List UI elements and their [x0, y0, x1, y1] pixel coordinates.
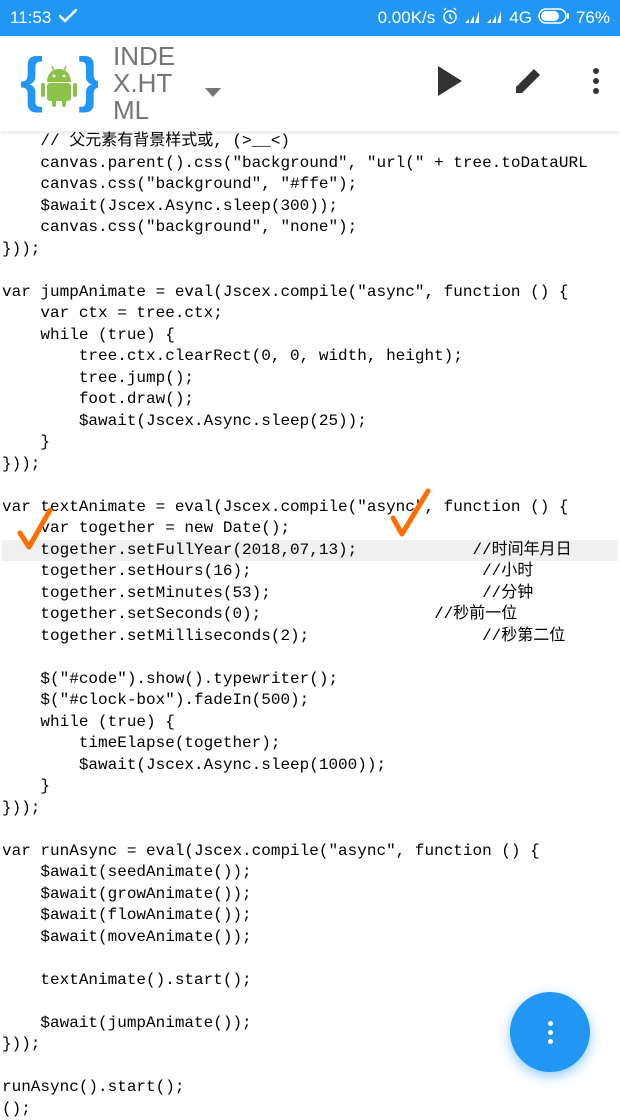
status-time: 11:53	[10, 8, 51, 28]
code-line[interactable]: runAsync().start();	[2, 1077, 618, 1099]
code-line[interactable]: var together = new Date();	[2, 518, 618, 540]
dropdown-icon[interactable]	[205, 85, 221, 103]
code-line[interactable]	[2, 647, 618, 669]
code-line[interactable]: $await(growAnimate());	[2, 884, 618, 906]
more-icon[interactable]	[592, 67, 600, 100]
fab-button[interactable]	[510, 992, 590, 1072]
code-line[interactable]: tree.ctx.clearRect(0, 0, width, height);	[2, 346, 618, 368]
svg-text:}: }	[78, 50, 98, 113]
network-type: 4G	[509, 8, 532, 28]
toolbar-actions	[436, 66, 610, 101]
battery-icon	[538, 8, 570, 29]
code-line[interactable]: $("#code").show().typewriter();	[2, 669, 618, 691]
code-line[interactable]: $await(flowAnimate());	[2, 905, 618, 927]
code-line[interactable]: foot.draw();	[2, 389, 618, 411]
svg-text:{: {	[20, 50, 43, 113]
code-line[interactable]: while (true) {	[2, 712, 618, 734]
signal-icon-2	[487, 8, 503, 28]
code-line[interactable]: }));	[2, 798, 618, 820]
check-icon	[59, 8, 77, 28]
code-line[interactable]	[2, 948, 618, 970]
code-line[interactable]: }	[2, 432, 618, 454]
code-line[interactable]: $await(seedAnimate());	[2, 862, 618, 884]
code-line[interactable]: $("#clock-box").fadeIn(500);	[2, 690, 618, 712]
code-line[interactable]: timeElapse(together);	[2, 733, 618, 755]
code-line[interactable]: $await(moveAnimate());	[2, 927, 618, 949]
code-line[interactable]	[2, 260, 618, 282]
code-line[interactable]: together.setSeconds(0); //秒前一位	[2, 604, 618, 626]
code-line[interactable]: together.setHours(16); //小时	[2, 561, 618, 583]
code-line[interactable]: while (true) {	[2, 325, 618, 347]
code-line[interactable]: textAnimate().start();	[2, 970, 618, 992]
code-line[interactable]: tree.jump();	[2, 368, 618, 390]
alarm-icon	[441, 7, 459, 30]
code-line[interactable]: canvas.css("background", "#ffe");	[2, 174, 618, 196]
code-line[interactable]: var runAsync = eval(Jscex.compile("async…	[2, 841, 618, 863]
code-line[interactable]	[2, 819, 618, 841]
status-right: 0.00K/s 4G 76%	[378, 7, 610, 30]
play-icon[interactable]	[436, 66, 464, 101]
code-line[interactable]: together.setFullYear(2018,07,13); //时间年月…	[2, 540, 618, 562]
code-line[interactable]: $await(Jscex.Async.sleep(1000));	[2, 755, 618, 777]
code-line[interactable]: }	[2, 776, 618, 798]
code-line[interactable]: $await(Jscex.Async.sleep(300));	[2, 196, 618, 218]
code-line[interactable]: var ctx = tree.ctx;	[2, 303, 618, 325]
app-bar: { } INDEX.HTML	[0, 36, 620, 131]
code-line[interactable]: canvas.parent().css("background", "url("…	[2, 153, 618, 175]
code-line[interactable]: together.setMilliseconds(2); //秒第二位	[2, 626, 618, 648]
edit-icon[interactable]	[514, 67, 542, 100]
code-line[interactable]	[2, 475, 618, 497]
code-line[interactable]: canvas.css("background", "none");	[2, 217, 618, 239]
battery-percent: 76%	[576, 8, 610, 28]
code-line[interactable]: }));	[2, 454, 618, 476]
code-editor[interactable]: // 父元素有背景样式或, (>__<) canvas.parent().css…	[0, 131, 620, 1120]
code-line[interactable]: var textAnimate = eval(Jscex.compile("as…	[2, 497, 618, 519]
status-bar: 11:53 0.00K/s 4G 76%	[0, 0, 620, 36]
code-line[interactable]: $await(Jscex.Async.sleep(25));	[2, 411, 618, 433]
network-speed: 0.00K/s	[378, 8, 436, 28]
app-logo-icon[interactable]: { }	[20, 50, 98, 118]
file-title[interactable]: INDEX.HTML	[113, 43, 193, 125]
status-left: 11:53	[10, 8, 77, 28]
fab-more-icon	[548, 1021, 553, 1044]
code-line[interactable]: together.setMinutes(53); //分钟	[2, 583, 618, 605]
code-line[interactable]: }));	[2, 239, 618, 261]
code-line[interactable]: var jumpAnimate = eval(Jscex.compile("as…	[2, 282, 618, 304]
signal-icon	[465, 8, 481, 28]
code-line[interactable]: // 父元素有背景样式或, (>__<)	[2, 131, 618, 153]
